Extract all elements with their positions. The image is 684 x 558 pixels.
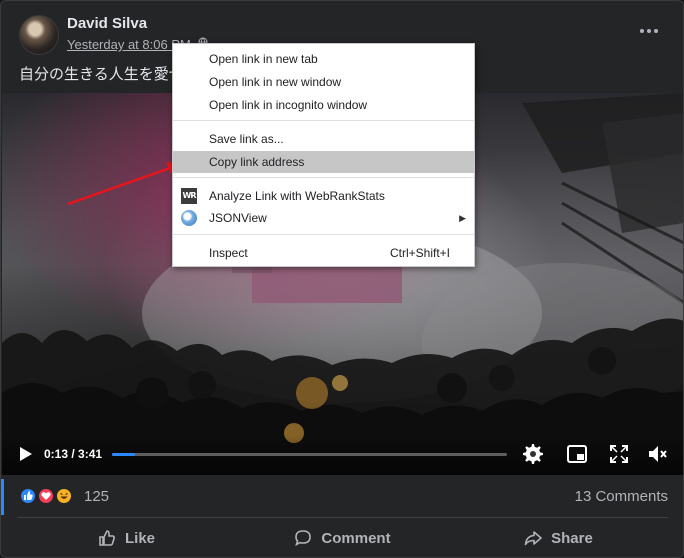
progress-bar[interactable]: [112, 453, 507, 456]
picture-in-picture-icon[interactable]: [566, 443, 588, 465]
progress-fill: [112, 453, 136, 456]
menu-separator: [173, 234, 474, 235]
menu-inspect-label: Inspect: [209, 246, 248, 260]
menu-analyze-link-label: Analyze Link with WebRankStats: [209, 189, 385, 203]
share-button[interactable]: Share: [450, 518, 666, 557]
comment-button[interactable]: Comment: [234, 518, 450, 557]
menu-inspect-shortcut: Ctrl+Shift+I: [389, 246, 450, 260]
post-caption: 自分の生きる人生を愛せ: [19, 66, 184, 83]
share-icon: [524, 531, 542, 546]
settings-icon[interactable]: [522, 443, 544, 465]
video-controls: 0:13 / 3:41: [2, 435, 683, 475]
comment-count[interactable]: 13 Comments: [575, 488, 668, 505]
menu-jsonview-label: JSONView: [209, 211, 267, 225]
menu-open-new-window[interactable]: Open link in new window: [173, 71, 474, 93]
menu-separator: [173, 120, 474, 121]
menu-separator: [173, 177, 474, 178]
menu-open-new-tab[interactable]: Open link in new tab: [173, 48, 474, 70]
menu-save-link-as[interactable]: Save link as...: [173, 128, 474, 150]
avatar[interactable]: [19, 15, 59, 55]
fullscreen-icon[interactable]: [608, 443, 630, 465]
reaction-count[interactable]: 125: [84, 488, 109, 505]
menu-open-incognito[interactable]: Open link in incognito window: [173, 94, 474, 116]
comment-label: Comment: [321, 529, 391, 547]
like-reaction-icon[interactable]: [19, 487, 37, 505]
focus-accent: [1, 479, 4, 515]
menu-jsonview[interactable]: JSONView ▶: [173, 207, 474, 229]
video-time: 0:13 / 3:41: [44, 447, 103, 461]
webrankstats-icon: WR: [181, 188, 197, 204]
reactions-bar: 125 13 Comments: [1, 475, 683, 517]
jsonview-icon: [181, 210, 197, 226]
like-label: Like: [124, 529, 155, 547]
haha-reaction-icon[interactable]: [55, 487, 73, 505]
more-icon[interactable]: [637, 23, 661, 39]
mute-icon[interactable]: [646, 443, 668, 465]
author-name[interactable]: David Silva: [67, 15, 147, 32]
menu-copy-link-address[interactable]: Copy link address: [173, 151, 474, 173]
context-menu: Open link in new tab Open link in new wi…: [172, 43, 475, 267]
play-icon[interactable]: [16, 445, 34, 463]
like-icon: [99, 530, 115, 546]
share-label: Share: [551, 529, 593, 547]
love-reaction-icon[interactable]: [37, 487, 55, 505]
like-button[interactable]: Like: [18, 518, 234, 557]
menu-inspect[interactable]: Inspect Ctrl+Shift+I: [173, 242, 474, 264]
menu-analyze-link[interactable]: WR Analyze Link with WebRankStats: [173, 185, 474, 207]
chevron-right-icon: ▶: [459, 213, 466, 223]
comment-icon: [295, 530, 312, 547]
